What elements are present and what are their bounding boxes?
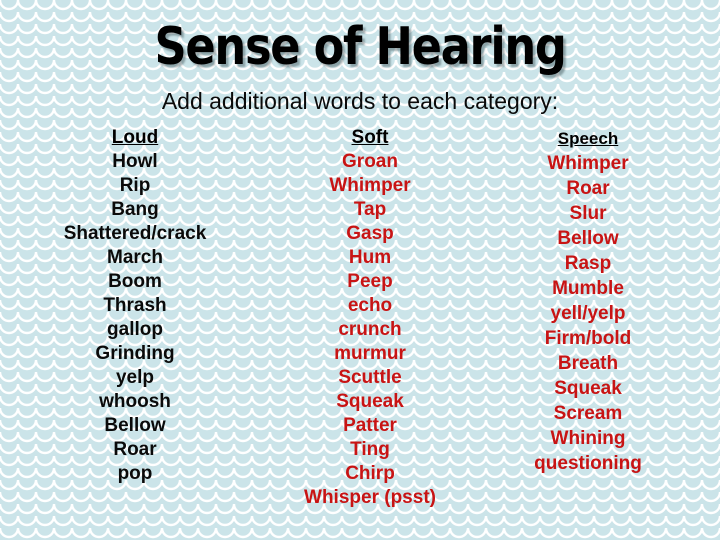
word-item: Howl <box>112 151 158 172</box>
word-item: Hum <box>348 247 392 268</box>
column-header-loud: Loud <box>111 127 159 148</box>
word-item: Roar <box>566 178 610 199</box>
word-item: Rip <box>119 175 151 196</box>
title-block: Sense of Hearing <box>0 18 720 76</box>
column-header-speech: Speech <box>557 129 619 148</box>
word-item: Scream <box>553 403 623 424</box>
word-columns: Loud Howl Rip Bang Shattered/crack March… <box>0 126 720 540</box>
word-item: Firm/bold <box>544 328 632 349</box>
column-header-soft: Soft <box>351 127 389 148</box>
slide-instruction-text: Add additional words to each category: <box>161 88 559 114</box>
word-item: Shattered/crack <box>63 223 207 244</box>
word-item: Rasp <box>564 253 612 274</box>
word-item: Boom <box>108 271 162 292</box>
subtitle-block: Add additional words to each category: <box>0 88 720 114</box>
word-item: Thrash <box>103 295 167 316</box>
word-item: murmur <box>334 343 406 364</box>
word-item: Bang <box>111 199 159 220</box>
word-item: Whining <box>550 428 626 449</box>
word-item: yell/yelp <box>550 303 626 324</box>
word-item: Scuttle <box>338 367 402 388</box>
word-item: Whisper (psst) <box>304 487 436 508</box>
word-item: Whimper <box>547 153 629 174</box>
word-item: Grinding <box>95 343 175 364</box>
word-item: Breath <box>557 353 619 374</box>
word-column-soft: Soft Groan Whimper Tap Gasp Hum Peep ech… <box>272 126 468 510</box>
word-item: Slur <box>569 203 607 224</box>
word-item: March <box>107 247 163 268</box>
word-column-speech: Speech Whimper Roar Slur Bellow Rasp Mum… <box>490 126 686 476</box>
word-item: Bellow <box>557 228 619 249</box>
word-item: Squeak <box>336 391 404 412</box>
word-item: echo <box>347 295 393 316</box>
word-item: questioning <box>534 453 642 474</box>
word-item: Mumble <box>552 278 624 299</box>
page-title: Sense of Hearing <box>154 17 566 77</box>
word-item: gallop <box>107 319 163 340</box>
word-item: Ting <box>350 439 390 460</box>
word-column-loud: Loud Howl Rip Bang Shattered/crack March… <box>18 126 252 486</box>
word-item: Squeak <box>554 378 622 399</box>
word-item: pop <box>117 463 153 484</box>
word-item: Whimper <box>329 175 411 196</box>
word-item: Roar <box>113 439 157 460</box>
word-item: Chirp <box>345 463 395 484</box>
word-item: crunch <box>338 319 402 340</box>
slide-canvas: Sense of Hearing Add additional words to… <box>0 0 720 540</box>
word-item: whoosh <box>99 391 171 412</box>
word-item: Peep <box>347 271 393 292</box>
word-item: yelp <box>115 367 155 388</box>
word-item: Tap <box>353 199 387 220</box>
word-item: Patter <box>343 415 397 436</box>
word-item: Gasp <box>346 223 394 244</box>
word-item: Groan <box>342 151 398 172</box>
word-item: Bellow <box>104 415 166 436</box>
